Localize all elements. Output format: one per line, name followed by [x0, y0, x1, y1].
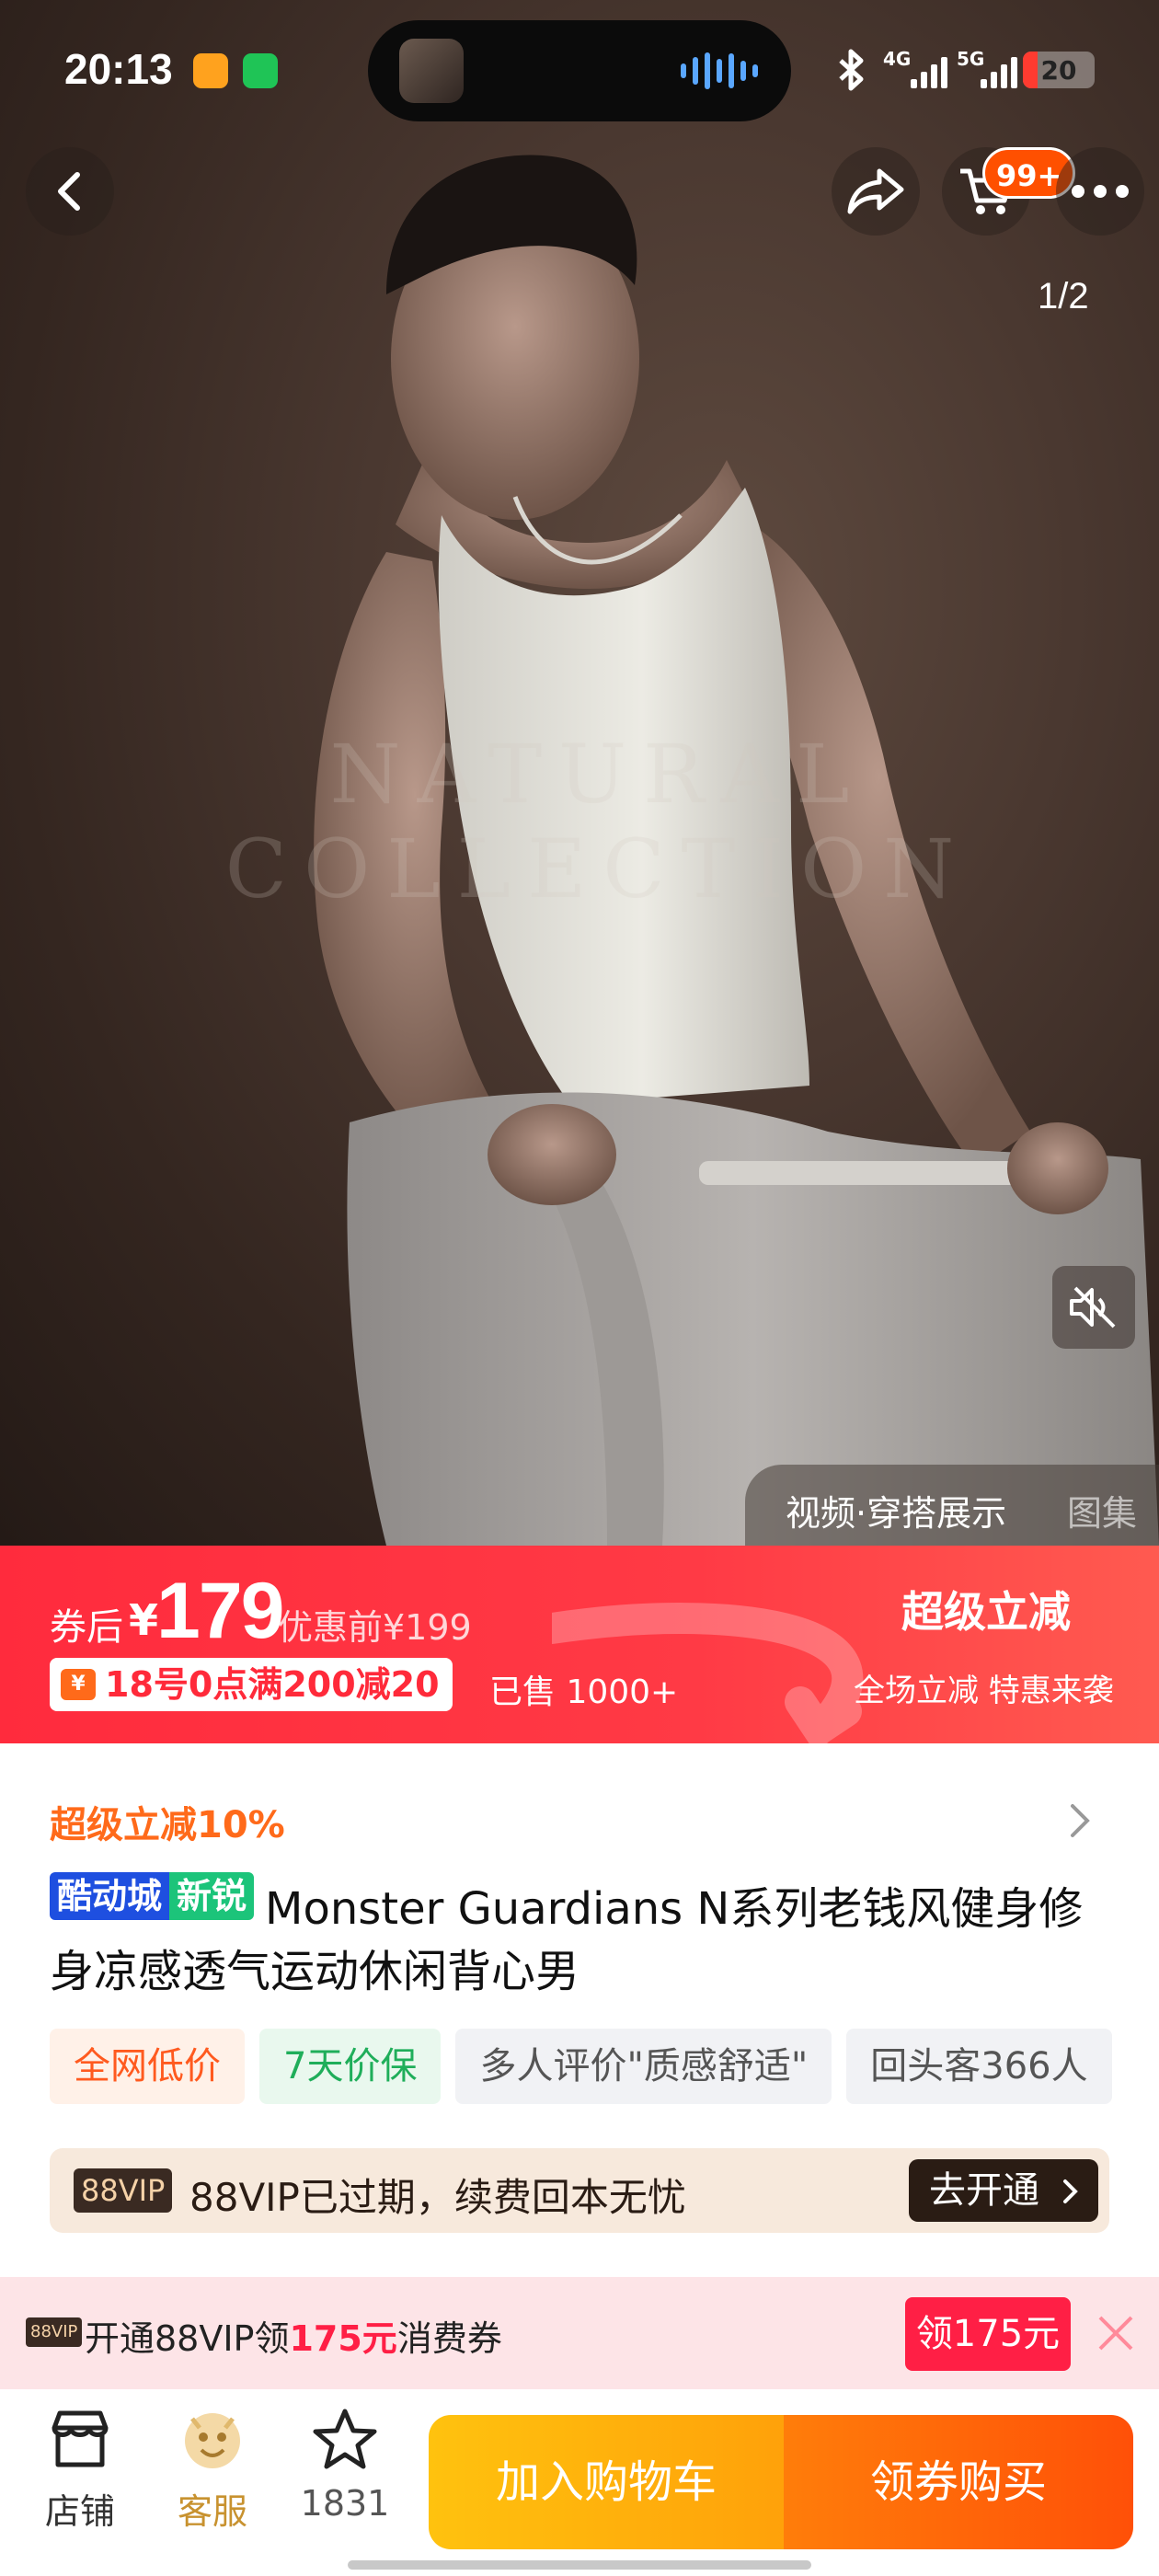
speaker-muted-icon [1070, 1286, 1116, 1328]
brand-tag-name: 酷动城 [50, 1872, 170, 1920]
promo-text-suffix: 消费券 [396, 2318, 502, 2359]
vip-renewal-bar[interactable]: 88VIP 88VIP已过期，续费回本无忧 去开通 [50, 2148, 1109, 2233]
tag-lowest-price[interactable]: 全网低价 [50, 2029, 245, 2104]
service-mascot-icon [185, 2413, 240, 2468]
store-button[interactable]: 店铺 [29, 2408, 131, 2534]
claim-coupon-button[interactable]: 领175元 [905, 2297, 1071, 2371]
store-label: 店铺 [44, 2491, 115, 2532]
more-button[interactable] [1056, 147, 1144, 236]
battery-indicator: 20 [1023, 52, 1095, 88]
customer-service-button[interactable]: 客服 [162, 2408, 263, 2534]
star-icon [313, 2409, 377, 2469]
tag-repeat-customers[interactable]: 回头客366人 [846, 2029, 1112, 2104]
status-bar: 20:13 4G 5G 20 [0, 0, 1159, 138]
product-title: 酷动城 新锐 Monster Guardians N系列老钱风健身修身凉感透气运动休… [50, 1872, 1117, 2003]
buy-with-coupon-button[interactable]: 领券购买 [784, 2415, 1133, 2549]
original-price: 优惠前¥199 [278, 1607, 472, 1648]
vip-coupon-promo[interactable]: 88VIP 开通88VIP领175元消费券 领175元 [0, 2277, 1159, 2389]
promo-amount: 175元 [289, 2318, 397, 2359]
promo-text-prefix: 开通88VIP领 [85, 2318, 290, 2359]
coupon-icon: ¥ [61, 1669, 96, 1700]
mute-button[interactable] [1052, 1266, 1135, 1349]
tag-review-quality[interactable]: 多人评价"质感舒适" [455, 2029, 832, 2104]
home-indicator[interactable] [348, 2560, 811, 2570]
signal-icon-1 [911, 52, 947, 88]
currency-symbol: ¥ [129, 1595, 159, 1645]
wechat-icon [243, 53, 278, 88]
clock: 20:13 [64, 45, 173, 93]
chevron-left-icon [58, 172, 80, 211]
super-discount-title: 超级立减 [901, 1587, 1071, 1637]
tab-gallery[interactable]: 图集 [1067, 1485, 1137, 1535]
tag-price-protect[interactable]: 7天价保 [259, 2029, 442, 2104]
price-after-coupon-label: 券后 [50, 1606, 123, 1649]
favorite-button[interactable]: 1831 [294, 2408, 396, 2524]
bluetooth-icon [839, 49, 864, 91]
store-icon [52, 2410, 109, 2467]
brand-tag-new: 新锐 [169, 1872, 255, 1920]
discount-line[interactable]: 超级立减10% [50, 1795, 285, 1848]
audio-wave-icon [681, 52, 758, 90]
product-info-card: 超级立减10% 酷动城 新锐 Monster Guardians N系列老钱风健身修… [0, 1743, 1159, 2277]
media-tab-switcher: 视频·穿搭展示 图集 [745, 1465, 1159, 1547]
bottom-action-bar: 店铺 客服 1831 加入购物车 领券购买 [0, 2389, 1159, 2576]
vip-status-text: 88VIP已过期，续费回本无忧 [189, 2175, 686, 2220]
notification-app-icon [193, 53, 228, 88]
vip-logo: 88VIP [74, 2168, 173, 2213]
arrow-decoration-icon [552, 1603, 864, 1743]
share-icon [847, 168, 904, 214]
tab-video-outfit[interactable]: 视频·穿搭展示 [786, 1485, 1006, 1535]
service-label: 客服 [177, 2491, 247, 2532]
sold-count: 已售 1000+ [489, 1673, 679, 1711]
chevron-right-icon[interactable] [1067, 1800, 1095, 1841]
signal-icon-2 [981, 52, 1017, 88]
vip-activate-label: 去开通 [929, 2169, 1039, 2212]
favorite-count: 1831 [300, 2483, 390, 2524]
coupon-badge[interactable]: ¥ 18号0点满200减20 [50, 1658, 453, 1711]
battery-percent: 20 [1040, 55, 1077, 86]
current-price: 179 [156, 1567, 284, 1655]
chevron-right-icon [1063, 2179, 1078, 2203]
super-discount-subtitle: 全场立减 特惠来袭 [854, 1673, 1114, 1709]
vip-logo: 88VIP [26, 2317, 83, 2347]
image-pager: 1/2 [1038, 276, 1089, 316]
back-button[interactable] [26, 147, 114, 236]
price-banner: 券后 ¥ 179 优惠前¥199 ¥ 18号0点满200减20 已售 1000+… [0, 1546, 1159, 1743]
dynamic-island[interactable] [368, 20, 791, 121]
promo-text: 开通88VIP领175元消费券 [85, 2310, 502, 2361]
close-icon[interactable] [1096, 2314, 1135, 2352]
brand-tag: 酷动城 新锐 [50, 1872, 255, 1920]
network-label-1: 4G [883, 48, 912, 70]
feature-tags: 全网低价 7天价保 多人评价"质感舒适" 回头客366人 [50, 2029, 1112, 2104]
coupon-text: 18号0点满200减20 [105, 1664, 440, 1705]
vip-activate-button[interactable]: 去开通 [909, 2159, 1098, 2222]
now-playing-thumbnail [399, 39, 464, 103]
image-watermark: NATURAL COLLECTION [224, 727, 971, 916]
share-button[interactable] [832, 147, 920, 236]
product-detail-page: NATURAL COLLECTION 20:13 4G 5G 20 99+ 1/… [0, 0, 1159, 2576]
add-to-cart-button[interactable]: 加入购物车 [429, 2415, 784, 2549]
more-dots-icon [1072, 185, 1129, 198]
